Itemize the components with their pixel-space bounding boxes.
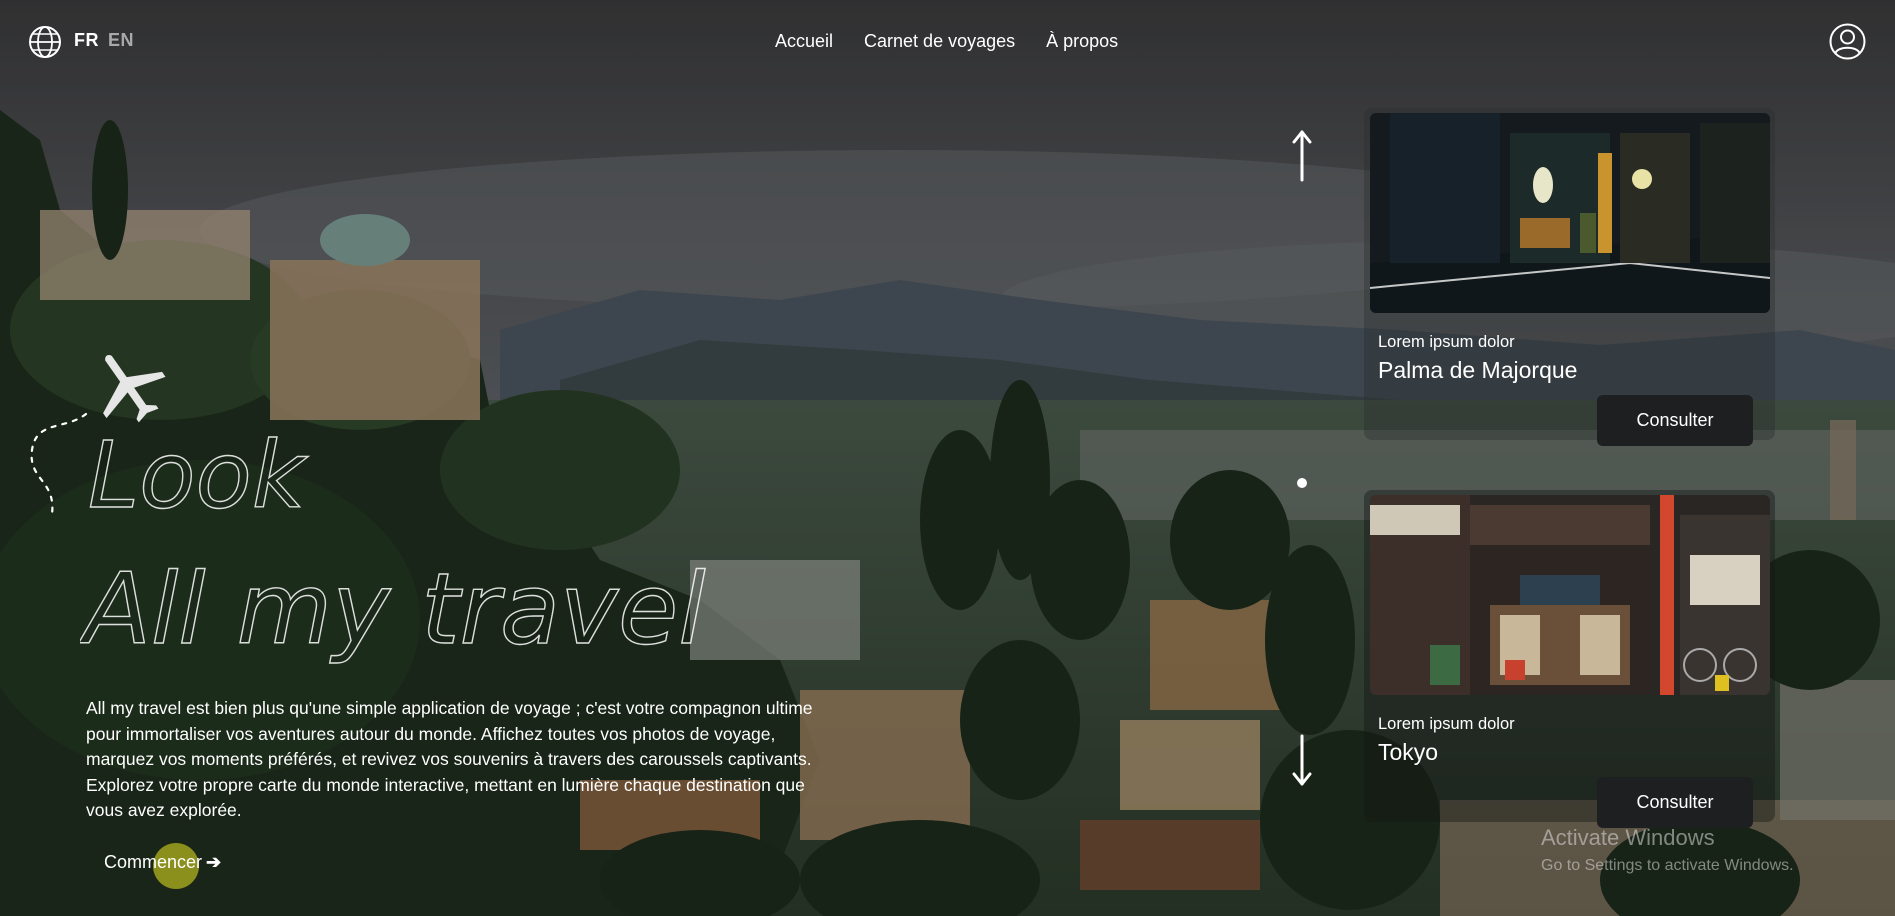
windows-activation-watermark-subtitle: Go to Settings to activate Windows. xyxy=(1541,857,1794,874)
card-photo-night-street xyxy=(1370,113,1770,313)
commencer-button[interactable]: Commencer ➔ xyxy=(104,852,221,873)
hero-description: All my travel est bien plus qu'une simpl… xyxy=(86,698,813,820)
hero-title-all-my-travel: All my travel xyxy=(80,553,706,667)
card-kicker: Lorem ipsum dolor xyxy=(1378,333,1515,351)
arrow-down-icon[interactable] xyxy=(1289,732,1315,788)
arrow-up-icon[interactable] xyxy=(1289,128,1315,184)
user-account-icon[interactable] xyxy=(1829,23,1866,60)
windows-activation-watermark-title: Activate Windows xyxy=(1541,825,1715,850)
card-kicker: Lorem ipsum dolor xyxy=(1378,715,1515,733)
globe-icon[interactable] xyxy=(28,25,62,59)
main-nav: Accueil Carnet de voyages À propos xyxy=(775,31,1118,52)
destination-card: Lorem ipsum dolor Palma de Majorque Cons… xyxy=(1364,108,1775,446)
nav-carnet-de-voyages-link[interactable]: Carnet de voyages xyxy=(864,31,1015,52)
destination-card: Lorem ipsum dolor Tokyo Consulter xyxy=(1364,490,1775,828)
arrow-right-icon: ➔ xyxy=(206,852,222,872)
nav-accueil-link[interactable]: Accueil xyxy=(775,31,833,52)
top-navigation-bar: FR EN Accueil Carnet de voyages À propos xyxy=(0,0,1895,84)
hero-title: Look All my travel xyxy=(80,421,706,667)
card-title: Tokyo xyxy=(1378,739,1439,765)
commencer-label: Commencer xyxy=(104,852,203,872)
card-title: Palma de Majorque xyxy=(1378,357,1578,383)
language-en-toggle[interactable]: EN xyxy=(108,30,134,51)
card-photo-tokyo-storefront xyxy=(1370,495,1770,695)
nav-a-propos-link[interactable]: À propos xyxy=(1046,31,1118,52)
carousel-indicator-dot[interactable] xyxy=(1297,478,1307,488)
language-fr-toggle[interactable]: FR xyxy=(74,30,99,51)
consulter-button[interactable]: Consulter xyxy=(1597,777,1753,828)
consulter-button[interactable]: Consulter xyxy=(1597,395,1753,446)
hero-title-look: Look xyxy=(88,422,309,529)
